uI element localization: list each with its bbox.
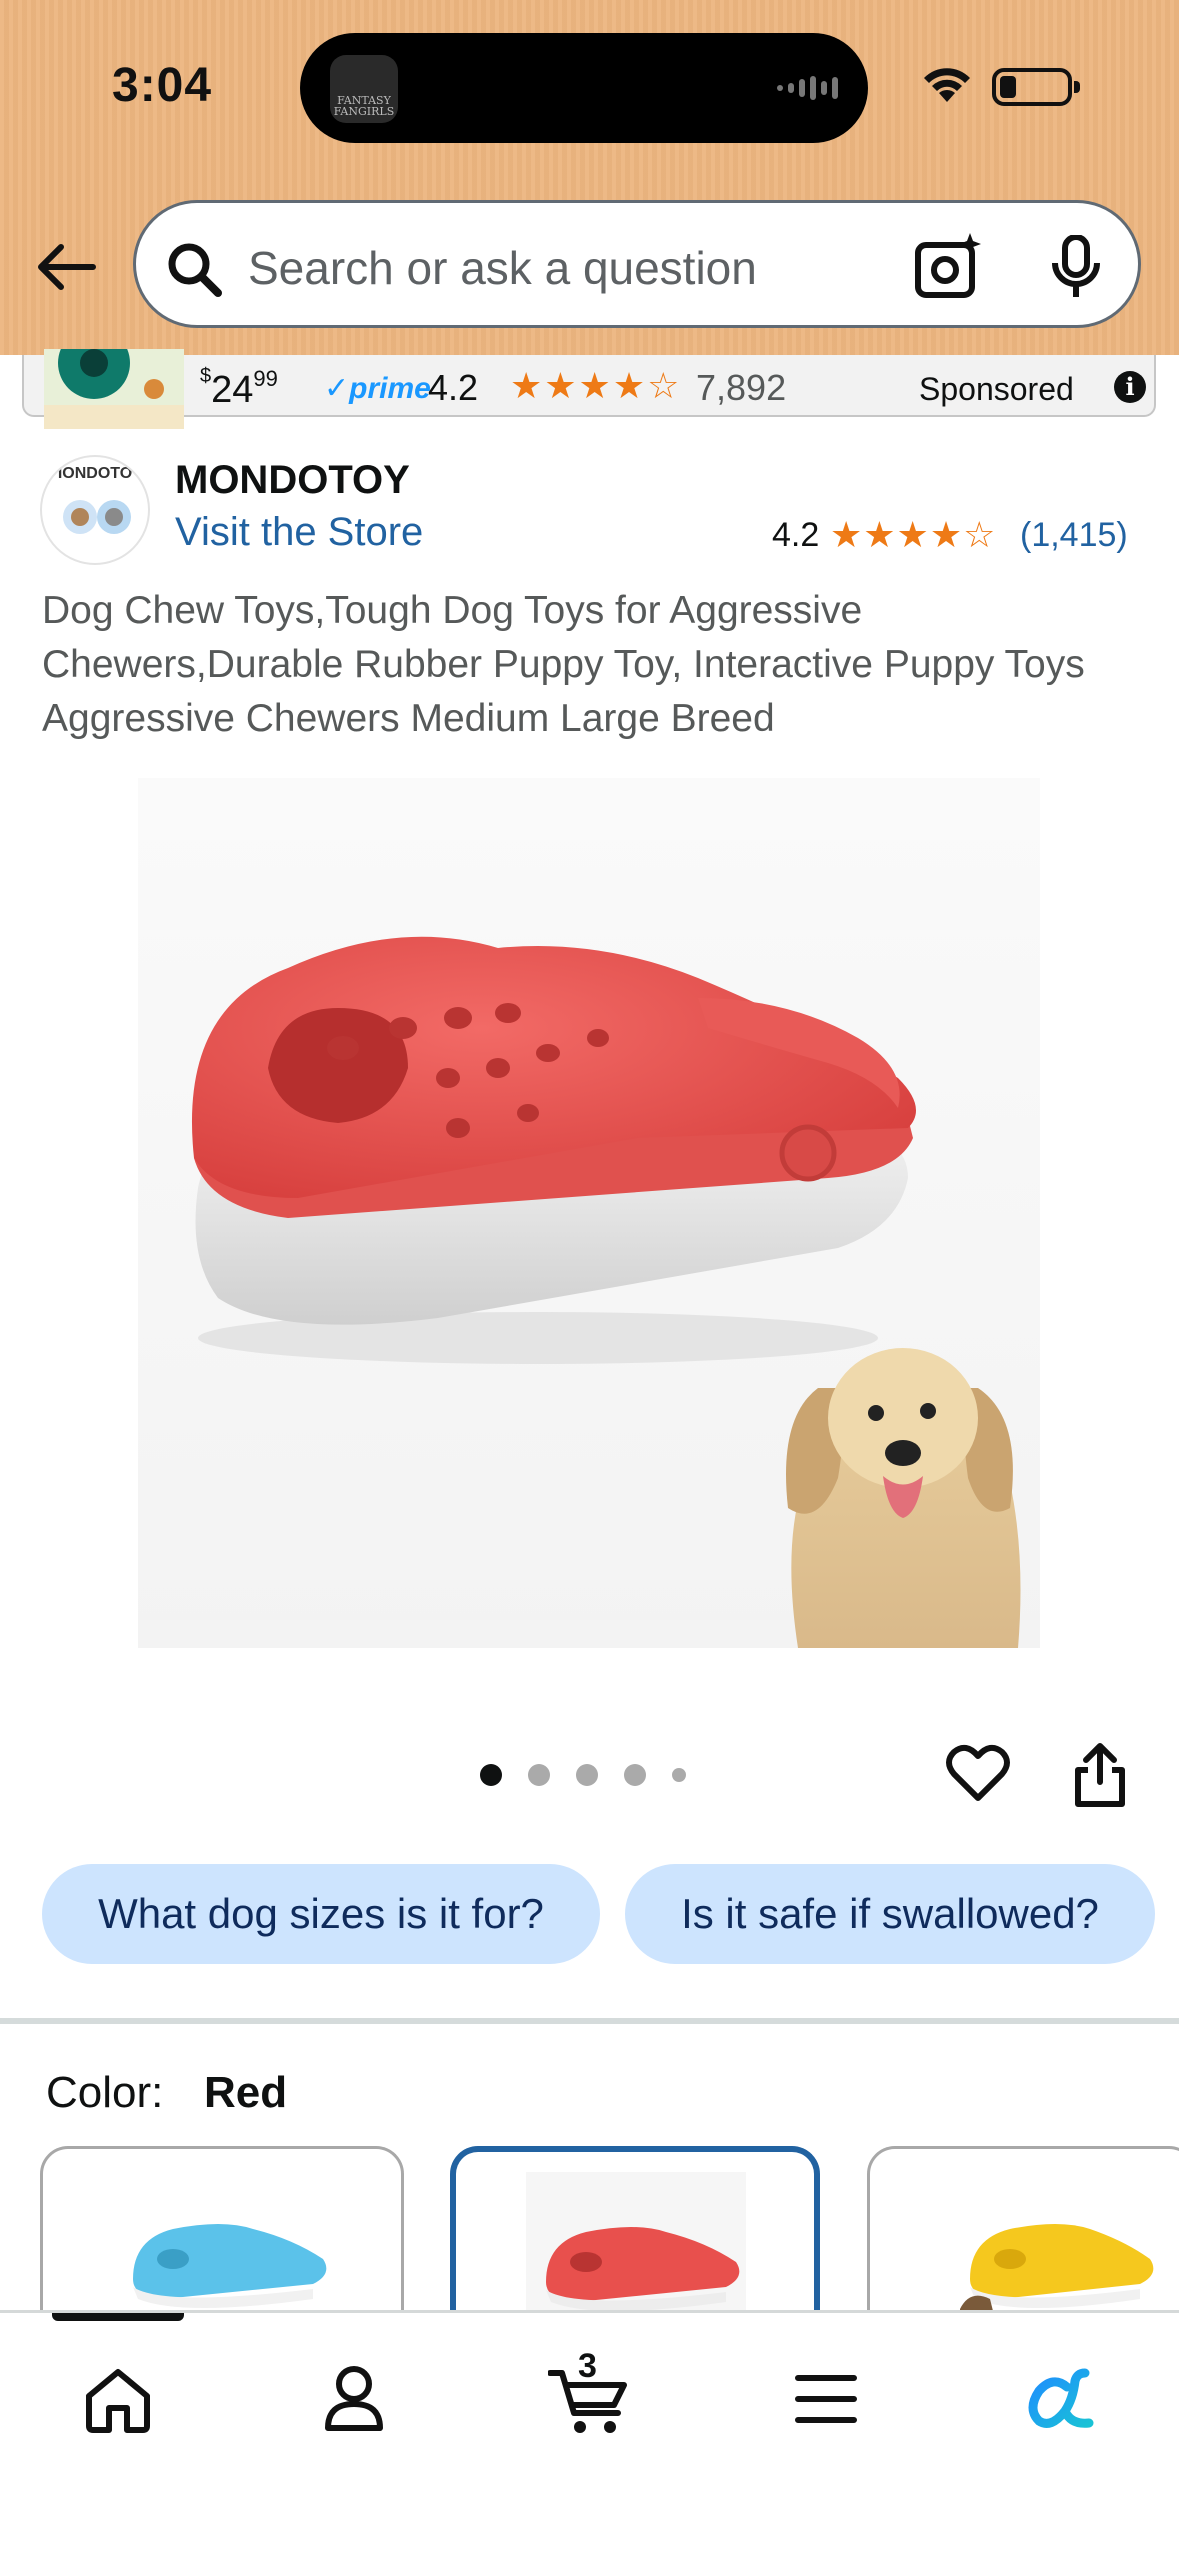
sponsored-product-thumbnail[interactable]: [44, 349, 184, 429]
dynamic-island: FANTASY FANGIRLS: [300, 33, 868, 143]
search-icon: [164, 239, 224, 304]
carousel-dot[interactable]: [576, 1764, 598, 1786]
nav-menu-button[interactable]: [776, 2349, 876, 2449]
app-header: 3:04 FANTASY FANGIRLS Search or ask a qu…: [0, 0, 1179, 355]
nav-cart-button[interactable]: 3: [540, 2347, 640, 2449]
microphone-icon[interactable]: [1048, 234, 1104, 304]
info-icon[interactable]: i: [1114, 371, 1146, 403]
nav-home-button[interactable]: [68, 2349, 168, 2449]
arrow-left-icon: [38, 244, 96, 290]
search-bar[interactable]: Search or ask a question: [133, 200, 1141, 328]
home-icon: [86, 2369, 150, 2433]
prime-check-icon: ✓: [324, 372, 350, 405]
carousel-dot[interactable]: [480, 1764, 502, 1786]
camera-search-icon[interactable]: [912, 231, 984, 308]
cart-count-badge: 3: [578, 2347, 597, 2385]
nav-rufus-button[interactable]: [1010, 2349, 1110, 2449]
battery-icon: [992, 68, 1080, 106]
nav-account-button[interactable]: [304, 2349, 404, 2449]
status-time: 3:04: [112, 59, 213, 112]
carousel-dot[interactable]: [672, 1768, 686, 1782]
carousel-dot[interactable]: [528, 1764, 550, 1786]
color-swatch-blue[interactable]: [40, 2146, 404, 2316]
product-stars[interactable]: ★★★★☆: [830, 514, 996, 556]
wifi-icon: [920, 62, 974, 109]
now-playing-app-icon: FANTASY FANGIRLS: [330, 55, 398, 123]
brand-name[interactable]: MONDOTOY: [175, 458, 410, 503]
sponsored-rating: 4.2: [428, 367, 479, 408]
search-input[interactable]: Search or ask a question: [248, 241, 757, 295]
color-label: Color:: [46, 2068, 164, 2117]
product-rating: 4.2: [772, 516, 820, 554]
question-chip[interactable]: Is it safe if swallowed?: [625, 1864, 1155, 1964]
color-swatch-yellow[interactable]: [867, 2146, 1179, 2316]
product-title: Dog Chew Toys,Tough Dog Toys for Aggress…: [42, 589, 1085, 740]
sponsored-label: Sponsored: [919, 371, 1074, 407]
audio-waveform-icon: [777, 75, 838, 101]
back-button[interactable]: [32, 232, 102, 302]
account-icon: [325, 2366, 383, 2431]
product-image[interactable]: [138, 778, 1040, 1648]
prime-badge: ✓prime: [324, 372, 431, 405]
bottom-navigation: 3: [0, 2310, 1179, 2556]
heart-icon[interactable]: [946, 1742, 1010, 1807]
brand-logo[interactable]: IONDOTO: [40, 455, 150, 565]
home-indicator-bar: [52, 2313, 184, 2321]
visit-store-link[interactable]: Visit the Store: [175, 510, 423, 555]
section-divider: [0, 2018, 1179, 2024]
rufus-icon: [1028, 2368, 1094, 2428]
carousel-dot[interactable]: [624, 1764, 646, 1786]
color-swatch-red[interactable]: [450, 2146, 820, 2316]
sponsored-product-strip[interactable]: $2499 ✓prime 4.2 ★★★★☆ 7,892 Sponsored i: [22, 349, 1156, 429]
product-review-count[interactable]: (1,415): [1020, 516, 1128, 555]
image-carousel-dots[interactable]: [480, 1764, 686, 1786]
share-icon[interactable]: [1070, 1742, 1130, 1813]
menu-icon: [795, 2375, 857, 2423]
sponsored-review-count: 7,892: [696, 367, 787, 408]
sponsored-stars: ★★★★☆: [510, 365, 682, 406]
sponsored-price: $2499: [200, 365, 278, 411]
question-chip[interactable]: What dog sizes is it for?: [42, 1864, 600, 1964]
color-value: Red: [204, 2068, 288, 2117]
